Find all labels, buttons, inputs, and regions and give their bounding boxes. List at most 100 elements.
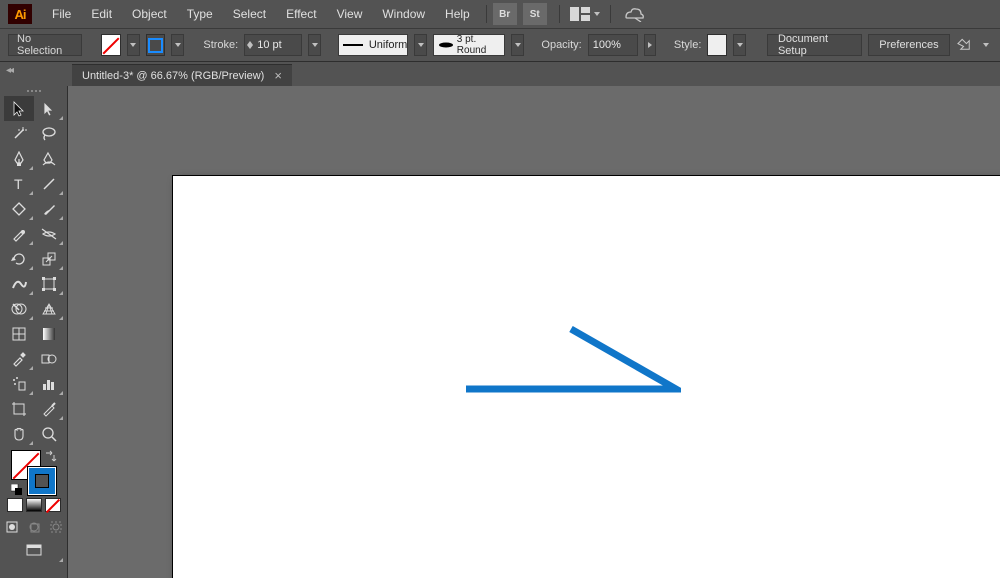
control-bar: No Selection Stroke: Uniform 3 pt. Round… [0, 28, 1000, 62]
canvas-stage[interactable] [68, 86, 1000, 578]
variable-width-profile[interactable]: Uniform [338, 34, 408, 56]
chevron-down-icon [130, 43, 136, 47]
draw-behind-button[interactable] [25, 518, 43, 536]
zoom-tool[interactable] [34, 421, 64, 446]
chevron-right-icon [648, 42, 652, 48]
brush-definition[interactable]: 3 pt. Round [433, 34, 505, 56]
screen-mode-button[interactable] [4, 538, 64, 563]
opacity-label: Opacity: [541, 39, 581, 51]
svg-text:T: T [14, 177, 23, 191]
brush-preview-icon [438, 41, 453, 49]
gradient-mode-button[interactable] [26, 498, 42, 512]
document-setup-button[interactable]: Document Setup [767, 34, 862, 56]
search-adobe-stock-icon[interactable] [617, 6, 651, 22]
blend-tool[interactable] [34, 346, 64, 371]
artwork-triangle[interactable] [463, 326, 681, 396]
free-transform-tool[interactable] [34, 271, 64, 296]
direct-selection-tool[interactable] [34, 96, 64, 121]
menu-effect[interactable]: Effect [276, 0, 326, 28]
graphic-style-swatch[interactable] [707, 34, 727, 56]
bridge-button[interactable]: Br [493, 3, 517, 25]
brush-label: 3 pt. Round [457, 34, 505, 56]
type-tool[interactable]: T [4, 171, 34, 196]
panel-collapse-button[interactable]: ◂◂ [0, 62, 18, 78]
chevron-down-icon [175, 43, 181, 47]
brush-dropdown[interactable] [511, 34, 524, 56]
stroke-dropdown[interactable] [171, 34, 184, 56]
lasso-tool[interactable] [34, 121, 64, 146]
line-sample-icon [343, 44, 362, 46]
none-mode-button[interactable] [45, 498, 61, 512]
menu-help[interactable]: Help [435, 0, 480, 28]
stroke-weight-dropdown[interactable] [308, 34, 321, 56]
separator [559, 5, 560, 23]
slice-tool[interactable] [34, 396, 64, 421]
rotate-tool[interactable] [4, 246, 34, 271]
menu-select[interactable]: Select [223, 0, 276, 28]
separator [486, 5, 487, 23]
artboard[interactable] [173, 176, 1000, 578]
menu-view[interactable]: View [327, 0, 373, 28]
symbol-sprayer-tool[interactable] [4, 371, 34, 396]
selection-tool[interactable] [4, 96, 34, 121]
column-graph-tool[interactable] [34, 371, 64, 396]
draw-inside-button[interactable] [47, 518, 65, 536]
control-overflow[interactable] [979, 34, 992, 56]
shaper-tool[interactable] [4, 221, 34, 246]
tab-close-button[interactable]: × [274, 69, 282, 82]
menu-window[interactable]: Window [372, 0, 435, 28]
document-tab[interactable]: Untitled-3* @ 66.67% (RGB/Preview) × [72, 64, 292, 86]
selection-indicator[interactable]: No Selection [8, 34, 82, 56]
draw-normal-button[interactable] [3, 518, 21, 536]
stroke-swatch[interactable] [146, 34, 166, 56]
selection-label: No Selection [17, 33, 73, 57]
menu-type[interactable]: Type [177, 0, 223, 28]
shape-builder-tool[interactable] [4, 296, 34, 321]
align-panel-icon[interactable] [956, 34, 974, 56]
mesh-tool[interactable] [4, 321, 34, 346]
draw-mode-row [7, 498, 61, 512]
default-fill-stroke-icon[interactable] [11, 484, 23, 496]
paintbrush-tool[interactable] [34, 196, 64, 221]
menu-object[interactable]: Object [122, 0, 177, 28]
fill-dropdown[interactable] [127, 34, 140, 56]
separator [610, 5, 611, 23]
swap-fill-stroke-icon[interactable] [43, 450, 57, 464]
artboard-tool[interactable] [4, 396, 34, 421]
chevron-down-icon [312, 43, 318, 47]
magic-wand-tool[interactable] [4, 121, 34, 146]
curvature-tool[interactable] [34, 146, 64, 171]
tools-panel: T [0, 86, 68, 578]
panel-grip[interactable] [14, 90, 54, 94]
stroke-weight-stepper[interactable] [244, 34, 302, 56]
graphic-style-dropdown[interactable] [733, 34, 746, 56]
preferences-button[interactable]: Preferences [868, 34, 949, 56]
perspective-grid-tool[interactable] [34, 296, 64, 321]
rectangle-tool[interactable] [4, 196, 34, 221]
opacity-dropdown[interactable] [644, 34, 657, 56]
variable-width-dropdown[interactable] [414, 34, 427, 56]
style-label: Style: [674, 39, 702, 51]
line-segment-tool[interactable] [34, 171, 64, 196]
color-mode-button[interactable] [7, 498, 23, 512]
gradient-tool[interactable] [34, 321, 64, 346]
eraser-tool[interactable] [34, 221, 64, 246]
scale-tool[interactable] [34, 246, 64, 271]
chevron-down-icon [515, 43, 521, 47]
menu-file[interactable]: File [42, 0, 81, 28]
stroke-weight-input[interactable] [253, 39, 301, 51]
fill-swatch[interactable] [101, 34, 121, 56]
chevron-down-icon [594, 12, 600, 16]
eyedropper-tool[interactable] [4, 346, 34, 371]
stroke-indicator[interactable] [27, 466, 57, 496]
width-tool[interactable] [4, 271, 34, 296]
stock-button[interactable]: St [523, 3, 547, 25]
pen-tool[interactable] [4, 146, 34, 171]
workspace-icon [570, 7, 590, 21]
opacity-field[interactable] [588, 34, 638, 56]
opacity-input[interactable] [589, 39, 637, 51]
menu-edit[interactable]: Edit [81, 0, 122, 28]
fill-stroke-control[interactable] [11, 450, 57, 496]
hand-tool[interactable] [4, 421, 34, 446]
workspace-switcher[interactable] [566, 7, 604, 21]
